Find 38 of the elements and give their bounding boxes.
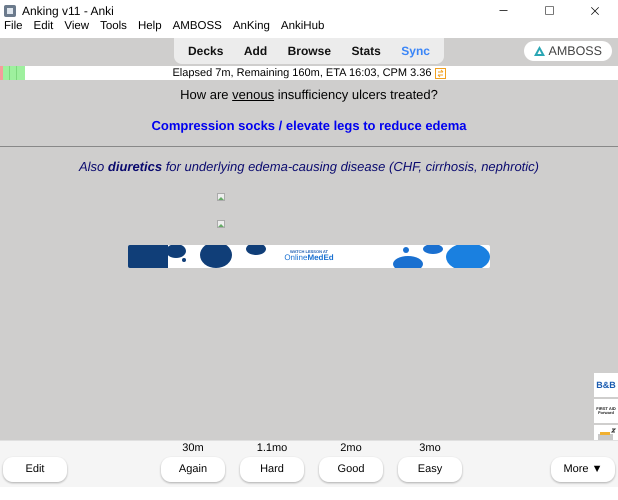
addon-logo-button[interactable]: B&B <box>594 373 618 397</box>
maximize-icon <box>544 5 554 16</box>
sync-arrows-icon <box>434 68 446 78</box>
interval-label: 30m <box>182 443 204 454</box>
toolbar-tab[interactable]: Stats <box>351 42 381 60</box>
addon-drawing-icon[interactable] <box>594 425 618 441</box>
toolbar-tab[interactable]: Browse <box>288 42 331 60</box>
amboss-button[interactable]: AMBOSS <box>524 41 612 61</box>
menu-item[interactable]: AMBOSS <box>172 18 222 36</box>
banner-brand: OnlineMedEd <box>284 254 334 262</box>
answer-button[interactable]: Easy <box>398 457 462 482</box>
menu-item[interactable]: View <box>64 18 90 36</box>
menu-item[interactable]: AnKing <box>232 18 270 36</box>
menu-item[interactable]: Help <box>138 18 162 36</box>
progress-status: Elapsed 7m, Remaining 160m, ETA 16:03, CPM 3.36 <box>172 66 432 81</box>
menu-item[interactable]: Edit <box>34 18 54 36</box>
menu-item[interactable]: Tools <box>100 18 127 36</box>
broken-image-icon <box>217 192 225 200</box>
answer-button[interactable]: Good <box>319 457 383 482</box>
triangle-logo-icon <box>534 46 544 56</box>
toolbar-tab[interactable]: Add <box>244 42 268 60</box>
interval-label: 3mo <box>419 443 441 454</box>
app-icon <box>4 4 16 16</box>
answer-button[interactable]: Hard <box>240 457 304 482</box>
answer-text: Compression socks / elevate legs to reduce edema <box>150 116 468 135</box>
broken-image-icon <box>217 220 225 228</box>
progress-drawing <box>0 66 25 80</box>
more-button[interactable]: More ▼ <box>551 457 615 482</box>
question-text: How are venous insufficiency ulcers treated? <box>179 86 439 104</box>
menu-item[interactable]: File <box>4 18 23 36</box>
toolbar-tab[interactable]: Decks <box>188 42 224 60</box>
answer-button[interactable]: Again <box>161 457 225 482</box>
edit-button[interactable]: Edit <box>3 457 67 482</box>
extra-note: Also diuretics for underlying edema-causing disease (CHF, cirrhosis, nephrotic) <box>78 158 540 176</box>
window-title: Anking v11 - Anki <box>22 2 114 20</box>
menu-item[interactable]: AnkiHub <box>280 18 324 36</box>
interval-label: 1.1mo <box>256 443 288 454</box>
interval-label: 2mo <box>340 443 362 454</box>
